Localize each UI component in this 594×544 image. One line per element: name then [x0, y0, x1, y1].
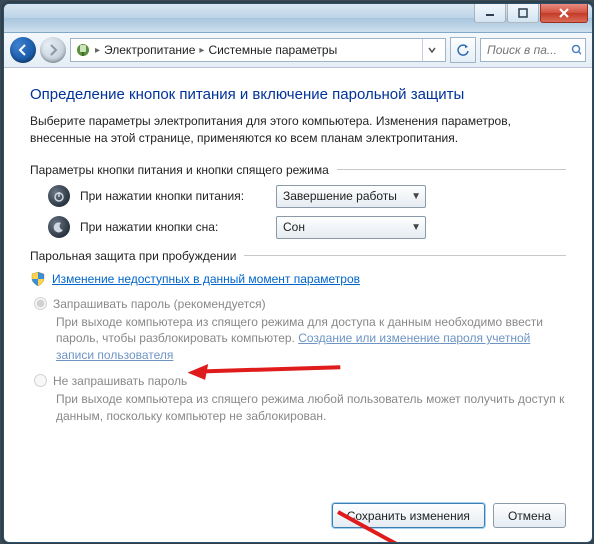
- content-area: Определение кнопок питания и включение п…: [4, 68, 592, 542]
- power-button-setting-row: При нажатии кнопки питания: Завершение р…: [48, 185, 566, 208]
- power-button-label: При нажатии кнопки питания:: [80, 189, 266, 203]
- power-options-icon: [75, 42, 91, 58]
- moon-icon: [48, 216, 70, 238]
- no-password-option: Не запрашивать пароль При выходе компьют…: [34, 374, 566, 425]
- power-icon: [48, 185, 70, 207]
- maximize-icon: [518, 8, 528, 18]
- search-box[interactable]: [480, 38, 586, 62]
- save-button[interactable]: Сохранить изменения: [332, 503, 485, 528]
- require-password-description: При выходе компьютера из спящего режима …: [56, 314, 566, 364]
- uac-shield-icon: [30, 271, 46, 287]
- page-title: Определение кнопок питания и включение п…: [30, 86, 566, 103]
- require-password-label: Запрашивать пароль (рекомендуется): [53, 297, 266, 311]
- sleep-button-setting-row: При нажатии кнопки сна: Сон ▼: [48, 216, 566, 239]
- breadcrumb-item[interactable]: Системные параметры: [208, 43, 337, 57]
- chevron-down-icon: ▼: [411, 191, 421, 202]
- sleep-button-label: При нажатии кнопки сна:: [80, 220, 266, 234]
- back-button[interactable]: [10, 37, 36, 63]
- no-password-label: Не запрашивать пароль: [53, 374, 187, 388]
- forward-button[interactable]: [40, 37, 66, 63]
- dialog-button-row: Сохранить изменения Отмена: [332, 503, 566, 528]
- breadcrumb-chevron-icon: ▸: [199, 45, 204, 56]
- refresh-icon: [456, 43, 470, 57]
- no-password-description: При выходе компьютера из спящего режима …: [56, 391, 566, 425]
- window-titlebar: [4, 4, 592, 33]
- address-bar[interactable]: ▸ Электропитание ▸ Системные параметры: [70, 38, 446, 62]
- require-password-radio: [34, 297, 47, 310]
- section-header-password: Парольная защита при пробуждении: [30, 249, 566, 263]
- arrow-right-icon: [46, 43, 60, 57]
- breadcrumb-item[interactable]: Электропитание: [104, 43, 195, 57]
- chevron-down-icon: ▼: [411, 222, 421, 233]
- change-unavailable-settings-link[interactable]: Изменение недоступных в данный момент па…: [52, 272, 360, 286]
- no-password-radio: [34, 374, 47, 387]
- address-dropdown-button[interactable]: [422, 39, 441, 61]
- breadcrumb-chevron-icon: ▸: [95, 45, 100, 56]
- navigation-bar: ▸ Электропитание ▸ Системные параметры: [4, 33, 592, 68]
- close-button[interactable]: [540, 4, 588, 23]
- minimize-icon: [485, 8, 495, 18]
- sleep-button-action-dropdown[interactable]: Сон ▼: [276, 216, 426, 239]
- chevron-down-icon: [428, 46, 436, 54]
- require-password-option: Запрашивать пароль (рекомендуется) При в…: [34, 297, 566, 364]
- minimize-button[interactable]: [474, 4, 506, 23]
- change-unavailable-settings-row: Изменение недоступных в данный момент па…: [30, 271, 566, 287]
- search-icon: [571, 44, 581, 56]
- search-input[interactable]: [485, 42, 568, 58]
- cancel-button[interactable]: Отмена: [493, 503, 566, 528]
- page-subtitle: Выберите параметры электропитания для эт…: [30, 113, 566, 147]
- control-panel-window: ▸ Электропитание ▸ Системные параметры О…: [3, 3, 593, 543]
- refresh-button[interactable]: [450, 37, 476, 63]
- maximize-button[interactable]: [507, 4, 539, 23]
- arrow-left-icon: [16, 43, 30, 57]
- power-button-action-dropdown[interactable]: Завершение работы ▼: [276, 185, 426, 208]
- section-header-power-buttons: Параметры кнопки питания и кнопки спящег…: [30, 163, 566, 177]
- close-icon: [558, 8, 570, 18]
